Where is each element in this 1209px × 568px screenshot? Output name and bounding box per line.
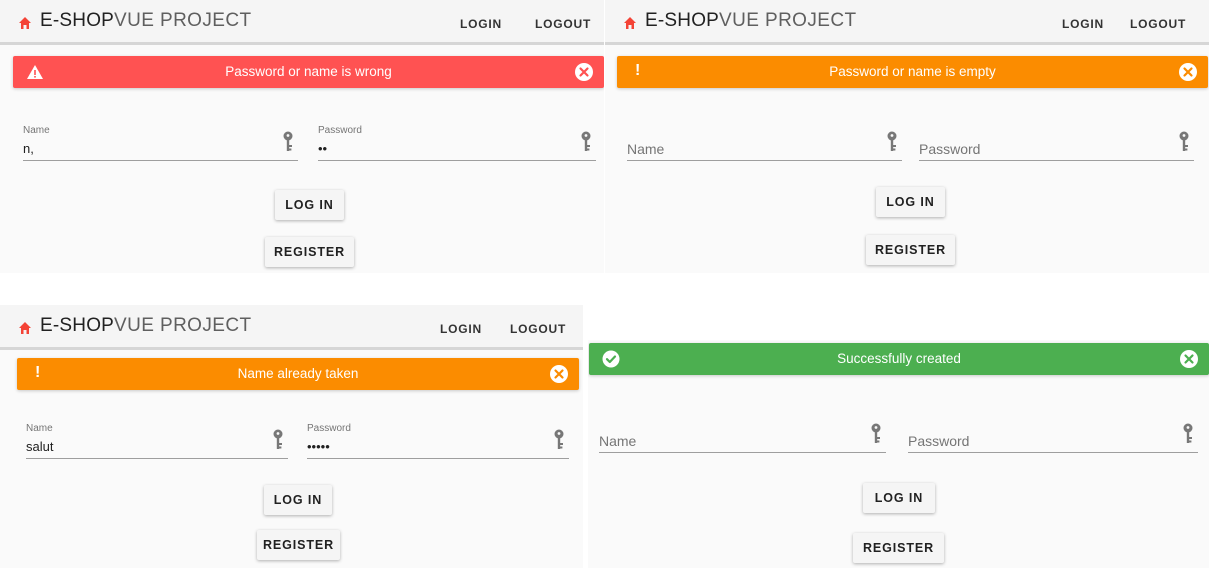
register-button[interactable]: REGISTER xyxy=(265,237,354,267)
login-panel-wrong-credentials: E-SHOPVUE PROJECT LOGIN LOGOUT Password … xyxy=(0,0,604,273)
login-panel-empty-credentials: E-SHOPVUE PROJECT LOGIN LOGOUT ! Passwor… xyxy=(605,0,1209,273)
alert-message: Password or name is wrong xyxy=(225,64,392,79)
key-icon xyxy=(273,429,283,449)
login-button[interactable]: LOG IN xyxy=(863,483,935,513)
error-alert: Password or name is wrong xyxy=(13,56,604,88)
warning-alert: ! Password or name is empty xyxy=(617,56,1208,88)
close-icon[interactable] xyxy=(550,365,568,383)
register-button[interactable]: REGISTER xyxy=(866,235,955,265)
password-field-value: •• xyxy=(318,141,328,156)
home-icon[interactable] xyxy=(623,16,637,30)
name-field-value: n, xyxy=(23,141,34,156)
password-field-label: Password xyxy=(307,423,351,434)
register-button[interactable]: REGISTER xyxy=(257,530,340,560)
password-field-label: Password xyxy=(318,125,362,136)
name-field-value: salut xyxy=(26,439,54,454)
close-icon[interactable] xyxy=(1180,350,1198,368)
key-icon xyxy=(1179,131,1189,151)
register-panel-name-taken: E-SHOPVUE PROJECT LOGIN LOGOUT ! Name al… xyxy=(0,305,583,568)
key-icon xyxy=(581,131,591,151)
app-brand[interactable]: E-SHOPVUE PROJECT xyxy=(40,10,251,32)
password-field[interactable]: Password xyxy=(919,125,1194,161)
key-icon xyxy=(871,423,881,443)
home-icon[interactable] xyxy=(18,321,32,335)
name-field[interactable]: Name n, xyxy=(23,125,298,161)
app-bar: E-SHOPVUE PROJECT LOGIN LOGOUT xyxy=(0,305,583,350)
name-field[interactable]: Name xyxy=(627,125,902,161)
nav-logout-link[interactable]: LOGOUT xyxy=(1130,17,1186,31)
home-icon[interactable] xyxy=(18,16,32,30)
password-field-placeholder: Password xyxy=(919,141,981,157)
key-icon xyxy=(554,429,564,449)
password-field[interactable]: Password ••••• xyxy=(307,423,569,459)
name-field-placeholder: Name xyxy=(627,141,665,157)
name-field-label: Name xyxy=(23,125,50,136)
warning-alert: ! Name already taken xyxy=(17,358,579,390)
app-bar: E-SHOPVUE PROJECT LOGIN LOGOUT xyxy=(0,0,604,45)
password-field[interactable]: Password xyxy=(908,417,1198,453)
app-brand[interactable]: E-SHOPVUE PROJECT xyxy=(645,10,856,32)
password-field[interactable]: Password •• xyxy=(318,125,596,161)
password-field-value: ••••• xyxy=(307,439,330,454)
name-field-placeholder: Name xyxy=(599,433,637,449)
alert-message: Successfully created xyxy=(837,351,961,366)
login-button[interactable]: LOG IN xyxy=(876,187,945,217)
key-icon xyxy=(1183,423,1193,443)
register-panel-success: Successfully created Name Password LOG I… xyxy=(588,340,1209,568)
key-icon xyxy=(283,131,293,151)
key-icon xyxy=(887,131,897,151)
nav-login-link[interactable]: LOGIN xyxy=(440,322,482,336)
success-alert: Successfully created xyxy=(589,343,1209,375)
nav-logout-link[interactable]: LOGOUT xyxy=(535,17,591,31)
app-brand[interactable]: E-SHOPVUE PROJECT xyxy=(40,315,251,337)
name-field[interactable]: Name xyxy=(599,417,886,453)
password-field-placeholder: Password xyxy=(908,433,970,449)
nav-logout-link[interactable]: LOGOUT xyxy=(510,322,566,336)
alert-message: Password or name is empty xyxy=(829,64,996,79)
name-field[interactable]: Name salut xyxy=(26,423,288,459)
nav-login-link[interactable]: LOGIN xyxy=(460,17,502,31)
nav-login-link[interactable]: LOGIN xyxy=(1062,17,1104,31)
name-field-label: Name xyxy=(26,423,53,434)
login-button[interactable]: LOG IN xyxy=(264,485,332,515)
register-button[interactable]: REGISTER xyxy=(853,533,944,563)
app-bar: E-SHOPVUE PROJECT LOGIN LOGOUT xyxy=(605,0,1209,45)
close-icon[interactable] xyxy=(575,63,593,81)
alert-message: Name already taken xyxy=(237,366,359,381)
close-icon[interactable] xyxy=(1179,63,1197,81)
login-button[interactable]: LOG IN xyxy=(275,190,344,220)
